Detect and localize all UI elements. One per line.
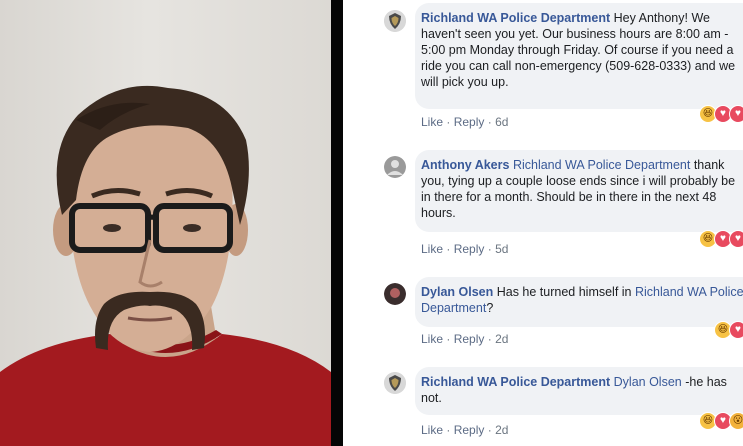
separator: · [446, 115, 451, 129]
comment-timestamp[interactable]: 6d [495, 115, 508, 129]
comment-bubble: Anthony Akers Richland WA Police Departm… [415, 150, 743, 232]
separator: · [446, 242, 451, 256]
separator: · [487, 423, 492, 437]
comment-author[interactable]: Anthony Akers [421, 158, 509, 172]
comment-actions: Like · Reply · 2d [421, 423, 508, 437]
like-link[interactable]: Like [421, 332, 443, 346]
comment-actions: Like · Reply · 6d [421, 115, 508, 129]
comment-timestamp[interactable]: 2d [495, 423, 508, 437]
comment-author[interactable]: Dylan Olsen [421, 285, 493, 299]
user-avatar-icon[interactable] [384, 283, 406, 305]
comment-bubble: Richland WA Police Department Dylan Olse… [415, 367, 743, 415]
comment-text-after: ? [486, 301, 494, 315]
comment-actions: Like · Reply · 2d [421, 332, 508, 346]
separator: · [446, 423, 451, 437]
love-reaction-icon: ♥ [729, 321, 743, 339]
comment-bubble: Dylan Olsen Has he turned himself in Ric… [415, 277, 743, 327]
mugshot-photo [0, 0, 331, 446]
comment-text: Has he turned himself in [493, 285, 635, 299]
separator: · [487, 115, 492, 129]
reaction-summary[interactable]: 😆 ♥ 😮 [699, 411, 743, 431]
reaction-summary[interactable]: 😆 ♥ [714, 320, 743, 340]
separator: · [446, 332, 451, 346]
comment-mention[interactable]: Richland WA Police Department [513, 158, 690, 172]
comment-timestamp[interactable]: 2d [495, 332, 508, 346]
like-link[interactable]: Like [421, 242, 443, 256]
comment-author[interactable]: Richland WA Police Department [421, 11, 610, 25]
like-link[interactable]: Like [421, 423, 443, 437]
comment-bubble: Richland WA Police Department Hey Anthon… [415, 3, 743, 109]
comment-mention[interactable]: Dylan Olsen [614, 375, 682, 389]
comment-author[interactable]: Richland WA Police Department [421, 375, 610, 389]
reaction-summary[interactable]: 😆 ♥ ♥ [699, 229, 743, 249]
comment-thread: Richland WA Police Department Hey Anthon… [343, 0, 743, 446]
reply-link[interactable]: Reply [454, 242, 485, 256]
police-badge-icon[interactable] [384, 372, 406, 394]
comment-actions: Like · Reply · 5d [421, 242, 508, 256]
police-badge-icon[interactable] [384, 10, 406, 32]
love-reaction-icon: ♥ [729, 230, 743, 248]
reaction-summary[interactable]: 😆 ♥ ♥ [699, 104, 743, 124]
reply-link[interactable]: Reply [454, 423, 485, 437]
mugshot-illustration [0, 85, 331, 446]
user-avatar-icon[interactable] [384, 156, 406, 178]
reply-link[interactable]: Reply [454, 332, 485, 346]
like-link[interactable]: Like [421, 115, 443, 129]
separator: · [487, 242, 492, 256]
love-reaction-icon: ♥ [729, 105, 743, 123]
wow-reaction-icon: 😮 [729, 412, 743, 430]
reply-link[interactable]: Reply [454, 115, 485, 129]
panel-divider [331, 0, 343, 446]
separator: · [487, 332, 492, 346]
comment-timestamp[interactable]: 5d [495, 242, 508, 256]
